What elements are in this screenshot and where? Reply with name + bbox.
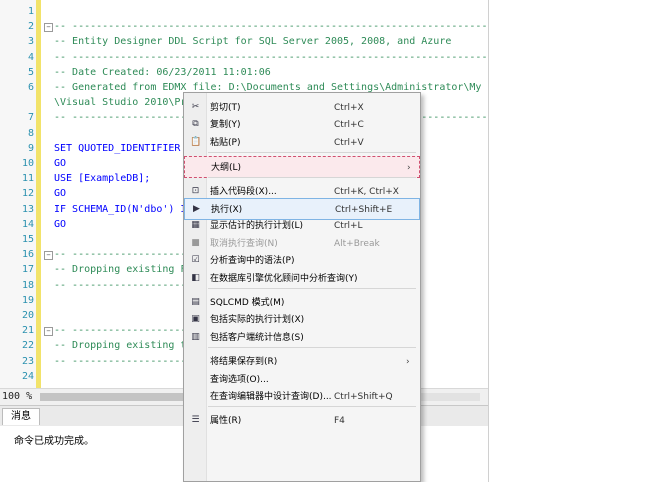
code-text: GO: [54, 158, 67, 169]
menu-item-analyze-dta[interactable]: ◧ 在数据库引擎优化顾问中分析查询(Y): [184, 268, 420, 290]
menu-item-label: 包括客户端统计信息(S): [210, 332, 304, 343]
collapse-toggle-icon[interactable]: −: [44, 327, 53, 337]
zoom-level[interactable]: 100 %: [2, 391, 32, 402]
analyze-dta-icon: ◧: [191, 272, 200, 283]
code-text: GO: [54, 188, 67, 200]
cancel-query-icon: ■: [191, 237, 200, 248]
line-number: 17: [21, 264, 34, 276]
code-line[interactable]: 1: [0, 4, 488, 20]
line-number: 22: [21, 340, 34, 352]
collapse-toggle-icon[interactable]: −: [44, 23, 53, 33]
line-number: 19: [21, 294, 34, 306]
line-number: 3: [27, 36, 34, 48]
copy-icon: ⧉: [192, 119, 199, 130]
line-number: 1: [27, 6, 34, 17]
context-menu: ✂ 剪切(T) Ctrl+X ⧉ 复制(Y) Ctrl+C 📋 粘贴(P) Ctrl+V 大纲(L…: [183, 92, 421, 482]
cut-icon: ✂: [191, 102, 200, 112]
line-number: 16: [21, 249, 34, 261]
execute-icon: ▶: [193, 204, 200, 214]
menu-item-outlining[interactable]: 大纲(L) ›: [184, 156, 420, 179]
line-number: 11: [21, 173, 34, 185]
menu-item-shortcut: Ctrl+V: [334, 137, 364, 148]
insert-snippet-icon: ⊡: [191, 185, 200, 196]
menu-item-label: 在查询编辑器中设计查询(D)...: [210, 392, 332, 402]
line-number: 24: [21, 370, 34, 382]
menu-item-design-query[interactable]: 在查询编辑器中设计查询(D)... Ctrl+Shift+Q: [184, 386, 420, 408]
menu-separator: [208, 176, 416, 178]
code-line[interactable]: 3 -- Entity Designer DDL Script for SQL S…: [0, 34, 488, 50]
line-number: 23: [21, 355, 34, 367]
estimated-plan-icon: ▦: [191, 220, 200, 231]
paste-icon: 📋: [190, 136, 202, 147]
menu-item-label: 属性(R): [210, 416, 242, 427]
menu-separator: [208, 288, 416, 289]
line-number: 5: [27, 66, 34, 78]
line-number: 7: [27, 112, 34, 124]
code-text: USE [ExampleDB];: [54, 173, 151, 185]
line-number: 14: [21, 218, 34, 230]
parse-icon: ☑: [191, 255, 200, 266]
menu-separator: [208, 152, 416, 154]
code-text: -- -------------------------------------…: [54, 51, 488, 63]
code-text: -- Date Created: 06/23/2011 11:01:06: [54, 66, 271, 78]
line-number: 8: [27, 127, 34, 139]
tab-messages[interactable]: 消息: [2, 408, 40, 425]
properties-icon: ☰: [191, 415, 200, 426]
menu-item-client-statistics[interactable]: ▥ 包括客户端统计信息(S): [184, 327, 420, 349]
menu-item-label: 在数据库引擎优化顾问中分析查询(Y): [210, 273, 358, 284]
code-line[interactable]: 4 -- ------------------------------------…: [0, 50, 488, 66]
menu-item-shortcut: Ctrl+Shift+Q: [334, 392, 393, 402]
menu-item-properties[interactable]: ☰ 属性(R) F4: [184, 410, 420, 432]
pane-divider: [488, 0, 489, 482]
line-number: 12: [21, 188, 34, 200]
line-number: 9: [27, 142, 34, 154]
client-statistics-icon: ▥: [191, 331, 200, 342]
code-line[interactable]: 5 -- Date Created: 06/23/2011 11:01:06: [0, 65, 488, 81]
collapse-toggle-icon[interactable]: −: [44, 251, 53, 261]
code-text: GO: [54, 218, 67, 230]
line-number: 20: [21, 310, 34, 321]
message-text: 命令已成功完成。: [14, 436, 94, 447]
sqlcmd-mode-icon: ▤: [191, 297, 200, 307]
line-number: 13: [21, 203, 34, 215]
line-number: 15: [21, 234, 34, 245]
menu-item-label: 粘贴(P): [210, 137, 241, 148]
line-number: 2: [27, 21, 34, 33]
menu-separator: [208, 347, 416, 349]
code-line[interactable]: 2− -- -----------------------------------…: [0, 19, 488, 35]
menu-item-paste[interactable]: 📋 粘贴(P) Ctrl+V: [184, 132, 420, 154]
line-number: 21: [21, 325, 34, 337]
menu-separator: [208, 406, 416, 408]
line-number: 10: [21, 158, 34, 169]
tab-messages-label: 消息: [11, 411, 31, 422]
line-number: 4: [27, 51, 34, 63]
include-actual-plan-icon: ▣: [191, 314, 200, 325]
code-text: -- -------------------------------------…: [54, 21, 488, 33]
code-text: -- Entity Designer DDL Script for SQL Se…: [54, 36, 452, 48]
line-number: 18: [21, 279, 34, 291]
line-number: 6: [27, 82, 34, 93]
menu-item-shortcut: F4: [334, 416, 345, 427]
